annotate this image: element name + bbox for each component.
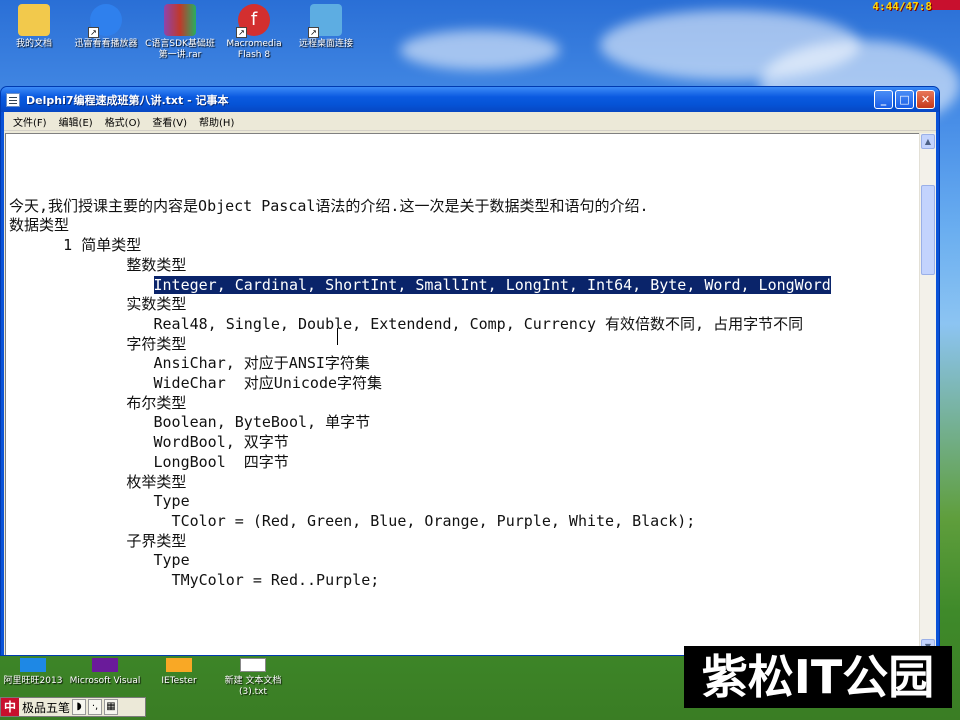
- text-line: TMyColor = Red..Purple;: [9, 571, 380, 590]
- aliwangwang-icon: [20, 658, 46, 672]
- flash-icon: f ↗: [236, 4, 270, 38]
- selected-text[interactable]: Integer, Cardinal, ShortInt, SmallInt, L…: [153, 275, 831, 294]
- shortcut-arrow-icon: ↗: [308, 27, 319, 38]
- text-line: Boolean, ByteBool, 单字节: [9, 413, 371, 432]
- menu-format[interactable]: 格式(O): [99, 114, 147, 129]
- text-line: 布尔类型: [9, 393, 187, 412]
- text-line: 1 简单类型: [9, 236, 142, 255]
- desktop-icon-label: 迅雷看看播放器: [74, 39, 138, 49]
- text-line: 整数类型: [9, 255, 187, 274]
- desktop-icon-label: C语言SDK基础班第一讲.rar: [145, 39, 215, 60]
- scroll-up-arrow-icon[interactable]: ▲: [921, 134, 935, 149]
- text-line: 字符类型: [9, 334, 187, 353]
- text-file-icon: [240, 658, 266, 672]
- maximize-button[interactable]: □: [895, 90, 914, 109]
- remote-desktop-icon: ↗: [308, 4, 342, 38]
- shortcut-arrow-icon: ↗: [88, 27, 99, 38]
- title-bar[interactable]: Delphi7编程速成班第八讲.txt - 记事本 _ □ ✕: [1, 87, 939, 112]
- ietester-icon: [166, 658, 192, 672]
- desktop-icon-text-file[interactable]: 新建 文本文档 (3).txt: [216, 658, 290, 698]
- desktop-icon-label: 阿里旺旺2013: [3, 676, 63, 686]
- winrar-archive-icon: [164, 4, 196, 36]
- shortcut-arrow-icon: ↗: [236, 27, 247, 38]
- desktop-icon-label: Microsoft Visual: [69, 676, 141, 686]
- document-text: 今天,我们授课主要的内容是Object Pascal语法的介绍.这一次是关于数据…: [9, 177, 831, 630]
- menu-help[interactable]: 帮助(H): [193, 114, 240, 129]
- menu-edit[interactable]: 编辑(E): [53, 114, 99, 129]
- ime-punctuation-icon[interactable]: ·,: [88, 699, 103, 715]
- desktop-icon-ietester[interactable]: IETester: [142, 658, 216, 687]
- folder-icon: [18, 4, 50, 36]
- desktop-icon-rar-file[interactable]: C语言SDK基础班第一讲.rar: [142, 4, 218, 61]
- text-line: WordBool, 双字节: [9, 433, 289, 452]
- desktop-icon-visual-studio[interactable]: Microsoft Visual: [68, 658, 142, 687]
- window-client: 文件(F) 编辑(E) 格式(O) 查看(V) 帮助(H) 今天,我们授课主要的…: [4, 112, 936, 655]
- menu-bar: 文件(F) 编辑(E) 格式(O) 查看(V) 帮助(H): [4, 112, 936, 131]
- scrollbar-thumb[interactable]: [921, 185, 935, 275]
- clock-display: 4:44/47:8: [872, 0, 932, 13]
- desktop-icon-label: 远程桌面连接: [298, 39, 353, 49]
- notepad-icon: [6, 92, 20, 107]
- ime-logo-icon[interactable]: 中: [1, 698, 19, 716]
- minimize-button[interactable]: _: [874, 90, 893, 109]
- text-line: 数据类型: [9, 216, 70, 235]
- visual-studio-icon: [92, 658, 118, 672]
- menu-view[interactable]: 查看(V): [146, 114, 193, 129]
- xunlei-player-icon: ↗: [88, 4, 122, 38]
- text-line: 今天,我们授课主要的内容是Object Pascal语法的介绍.这一次是关于数据…: [9, 196, 649, 215]
- watermark-logo: 紫松IT公园: [684, 646, 952, 708]
- notepad-window[interactable]: Delphi7编程速成班第八讲.txt - 记事本 _ □ ✕ 文件(F) 编辑…: [0, 86, 940, 656]
- cloud: [400, 30, 560, 70]
- text-line: WideChar 对应Unicode字符集: [9, 374, 383, 393]
- ime-name[interactable]: 极品五笔: [22, 699, 70, 716]
- menu-file[interactable]: 文件(F): [7, 114, 53, 129]
- desktop-icon-label: Macromedia Flash 8: [226, 39, 282, 60]
- vertical-scrollbar[interactable]: ▲ ▼: [919, 133, 936, 655]
- selected-text-line: Integer, Cardinal, ShortInt, SmallInt, L…: [9, 275, 831, 296]
- text-line: AnsiChar, 对应于ANSI字符集: [9, 354, 370, 373]
- text-line: Type: [9, 492, 190, 511]
- desktop-icon-remote-desktop[interactable]: ↗ 远程桌面连接: [288, 4, 364, 50]
- desktop-icon-label: IETester: [161, 676, 197, 686]
- text-line: 枚举类型: [9, 472, 187, 491]
- window-title: Delphi7编程速成班第八讲.txt - 记事本: [26, 93, 229, 107]
- text-line: TColor = (Red, Green, Blue, Orange, Purp…: [9, 511, 696, 530]
- ime-toolbar[interactable]: 中 极品五笔 ◗ ·, ▦: [0, 697, 146, 717]
- ime-halfwidth-icon[interactable]: ◗: [72, 699, 87, 715]
- text-editor[interactable]: 今天,我们授课主要的内容是Object Pascal语法的介绍.这一次是关于数据…: [5, 133, 919, 655]
- text-line: 实数类型: [9, 295, 187, 314]
- desktop-icon-label: 新建 文本文档 (3).txt: [224, 676, 282, 697]
- text-cursor: [337, 328, 338, 345]
- desktop-icon-xunlei-player[interactable]: ↗ 迅雷看看播放器: [68, 4, 144, 50]
- desktop-icon-label: 我的文档: [15, 39, 52, 49]
- text-line: Real48, Single, Double, Extendend, Comp,…: [9, 314, 804, 333]
- ime-softkeyboard-icon[interactable]: ▦: [104, 699, 119, 715]
- desktop-icon-flash[interactable]: f ↗ Macromedia Flash 8: [216, 4, 292, 61]
- clock-background: [930, 0, 960, 10]
- text-line: Type: [9, 551, 190, 570]
- desktop-icon-my-documents[interactable]: 我的文档: [0, 4, 72, 50]
- desktop-icon-aliwangwang[interactable]: 阿里旺旺2013: [0, 658, 70, 687]
- text-line: 子界类型: [9, 531, 187, 550]
- text-line: LongBool 四字节: [9, 452, 289, 471]
- close-button[interactable]: ✕: [916, 90, 935, 109]
